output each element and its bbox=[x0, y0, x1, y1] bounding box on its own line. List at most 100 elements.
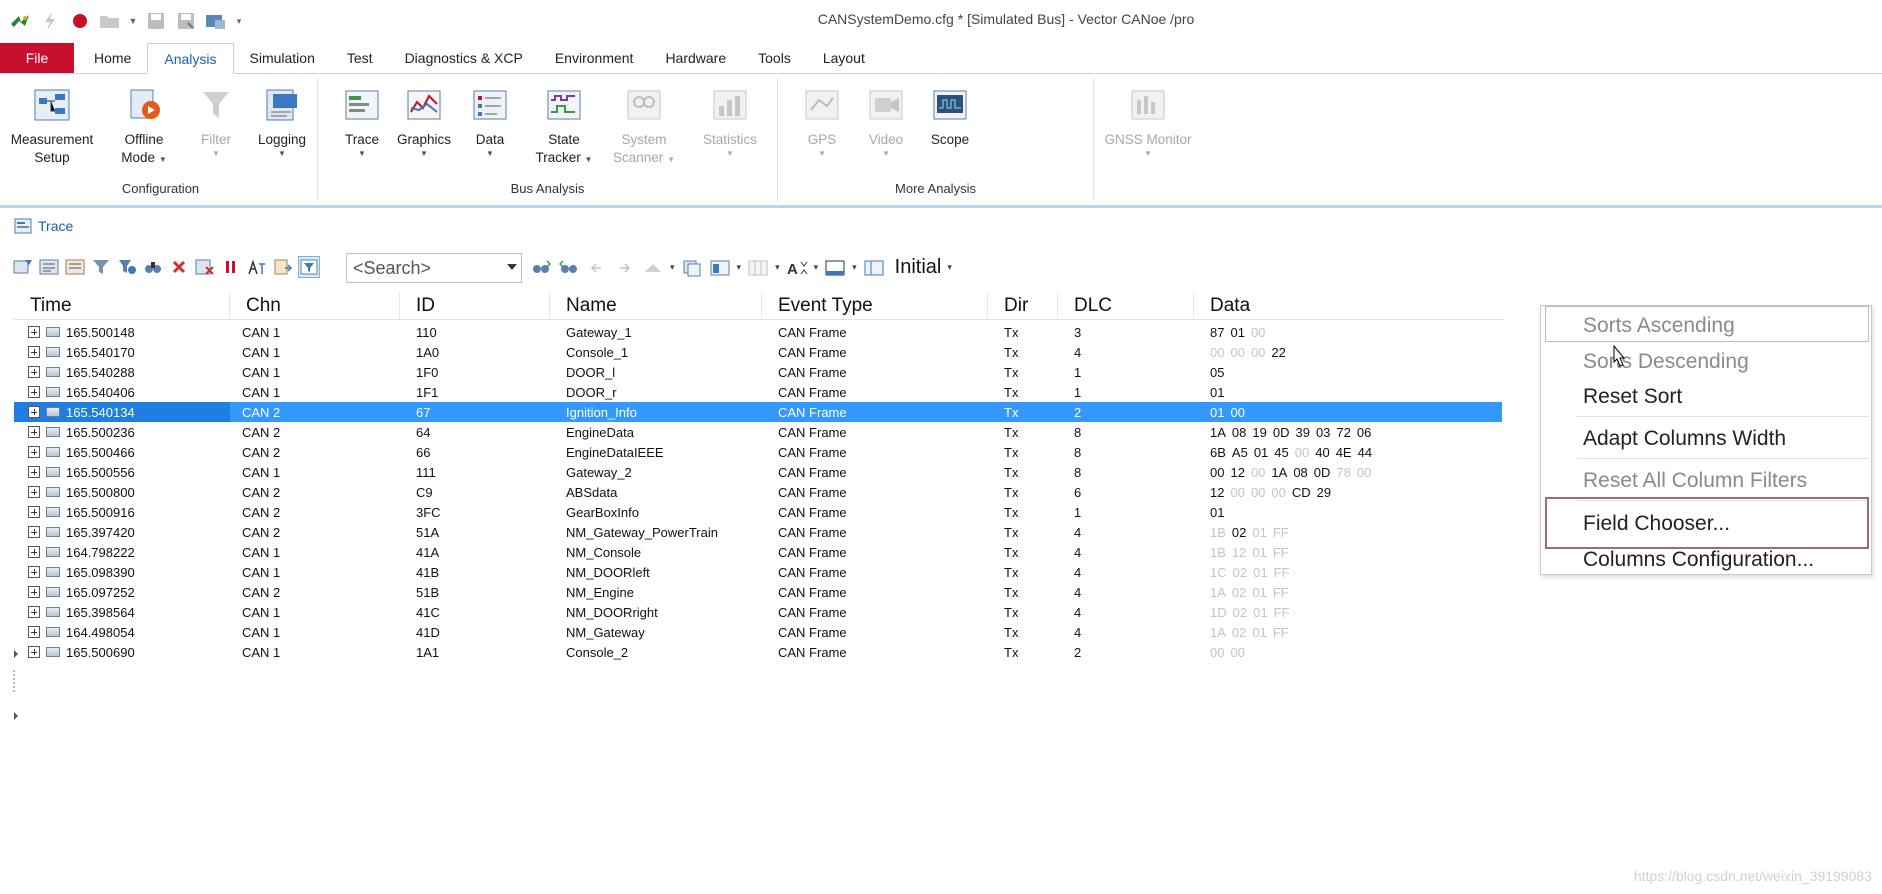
expand-plus-icon[interactable] bbox=[28, 446, 40, 458]
tab-file[interactable]: File bbox=[0, 43, 74, 73]
trace-button[interactable]: Trace ▼ bbox=[328, 88, 396, 159]
table-row[interactable]: 165.098390 CAN 1 41B NM_DOORleft CAN Frame Tx… bbox=[14, 562, 1504, 582]
table-row[interactable]: 165.097252 CAN 2 51B NM_Engine CAN Frame Tx 4 1… bbox=[14, 582, 1504, 602]
gnss-monitor-button[interactable]: GNSS Monitor ▼ bbox=[998, 88, 1298, 159]
statistics-button[interactable]: Statistics ▼ bbox=[696, 88, 764, 159]
offline-mode-button[interactable]: Offline Mode ▼ bbox=[110, 88, 178, 167]
chevron-down-icon[interactable]: ▾ bbox=[947, 262, 952, 273]
tab-environment[interactable]: Environment bbox=[539, 43, 650, 73]
graphics-button[interactable]: Graphics ▼ bbox=[390, 88, 458, 159]
column-header-name[interactable]: Name bbox=[550, 292, 762, 320]
data-button[interactable]: Data ▼ bbox=[456, 88, 524, 159]
table-row[interactable]: 165.398564 CAN 1 41C NM_DOORright CAN Frame T… bbox=[14, 602, 1504, 622]
column-header-dir[interactable]: Dir bbox=[988, 292, 1058, 320]
filter-add-icon[interactable] bbox=[12, 256, 34, 278]
table-row[interactable]: 165.500148 CAN 1 110 Gateway_1 CAN Frame Tx 3 8… bbox=[14, 322, 1504, 342]
detail-view-icon[interactable] bbox=[38, 256, 60, 278]
chevron-down-icon[interactable]: ▾ bbox=[737, 262, 742, 273]
table-row[interactable]: 165.540288 CAN 1 1F0 DOOR_l CAN Frame Tx 1 05 bbox=[14, 362, 1504, 382]
column-header-id[interactable]: ID bbox=[400, 292, 550, 320]
video-button[interactable]: Video ▼ bbox=[852, 88, 920, 159]
columns-icon[interactable] bbox=[747, 257, 769, 279]
tab-test[interactable]: Test bbox=[331, 43, 389, 73]
table-row[interactable]: 165.397420 CAN 2 51A NM_Gateway_PowerTrain C… bbox=[14, 522, 1504, 542]
expand-plus-icon[interactable] bbox=[28, 346, 40, 358]
table-row[interactable]: 165.500800 CAN 2 C9 ABSdata CAN Frame Tx 6 12 00… bbox=[14, 482, 1504, 502]
tab-hardware[interactable]: Hardware bbox=[649, 43, 742, 73]
chevron-down-icon[interactable]: ▾ bbox=[852, 262, 857, 273]
search-input[interactable]: <Search> bbox=[346, 253, 522, 283]
export-icon[interactable] bbox=[272, 256, 294, 278]
chevron-down-icon[interactable]: ▾ bbox=[814, 262, 819, 273]
layout-name[interactable]: Initial bbox=[895, 256, 942, 279]
chronological-view-icon[interactable] bbox=[64, 256, 86, 278]
layout-icon[interactable] bbox=[863, 257, 885, 279]
logging-button[interactable]: Logging ▼ bbox=[248, 88, 316, 159]
table-row[interactable]: 164.798222 CAN 1 41A NM_Console CAN Frame Tx 4… bbox=[14, 542, 1504, 562]
expand-plus-icon[interactable] bbox=[28, 386, 40, 398]
toggle-filter-icon[interactable] bbox=[298, 256, 320, 278]
expand-plus-icon[interactable] bbox=[28, 486, 40, 498]
arrow-right-icon[interactable] bbox=[614, 257, 636, 279]
expand-plus-icon[interactable] bbox=[28, 326, 40, 338]
measurement-setup-button[interactable]: Measurement Setup bbox=[10, 88, 94, 167]
window-layout-icon[interactable] bbox=[709, 257, 731, 279]
clear-icon[interactable] bbox=[168, 256, 190, 278]
tab-analysis[interactable]: Analysis bbox=[147, 43, 234, 74]
copy-icon[interactable] bbox=[681, 257, 703, 279]
column-header-chn[interactable]: Chn bbox=[230, 292, 400, 320]
menu-item-field-chooser[interactable]: Field Chooser... bbox=[1583, 512, 1730, 536]
font-size-icon[interactable]: A bbox=[786, 257, 808, 279]
tab-diagnostics-xcp[interactable]: Diagnostics & XCP bbox=[389, 43, 539, 73]
filter-group-icon[interactable] bbox=[116, 256, 138, 278]
tab-tools[interactable]: Tools bbox=[742, 43, 807, 73]
filter-button[interactable]: Filter ▼ bbox=[182, 88, 250, 159]
expand-plus-icon[interactable] bbox=[28, 366, 40, 378]
expand-plus-icon[interactable] bbox=[28, 586, 40, 598]
table-row[interactable]: 165.500916 CAN 2 3FC GearBoxInfo CAN Frame Tx… bbox=[14, 502, 1504, 522]
chevron-down-icon[interactable]: ▾ bbox=[775, 262, 780, 273]
menu-item-columns-configuration[interactable]: Columns Configuration... bbox=[1583, 548, 1814, 572]
marker-icon[interactable] bbox=[642, 257, 664, 279]
column-header-event-type[interactable]: Event Type bbox=[762, 292, 988, 320]
expand-plus-icon[interactable] bbox=[28, 626, 40, 638]
expand-plus-icon[interactable] bbox=[28, 406, 40, 418]
chevron-down-icon[interactable]: ▾ bbox=[670, 262, 675, 273]
menu-item-adapt-columns-width[interactable]: Adapt Columns Width bbox=[1583, 427, 1786, 451]
find-previous-icon[interactable] bbox=[558, 257, 580, 279]
tab-home[interactable]: Home bbox=[78, 43, 147, 73]
expand-plus-icon[interactable] bbox=[28, 646, 40, 658]
expand-plus-icon[interactable] bbox=[28, 566, 40, 578]
table-row[interactable]: 165.500690 CAN 1 1A1 Console_2 CAN Frame Tx 2 0… bbox=[14, 642, 1504, 662]
system-scanner-button[interactable]: System Scanner ▼ bbox=[610, 88, 678, 167]
state-tracker-button[interactable]: State Tracker ▼ bbox=[530, 88, 598, 167]
delete-filter-icon[interactable] bbox=[194, 256, 216, 278]
expand-plus-icon[interactable] bbox=[28, 466, 40, 478]
table-row[interactable]: 165.500556 CAN 1 111 Gateway_2 CAN Frame Tx 8 0… bbox=[14, 462, 1504, 482]
table-row[interactable]: 165.540406 CAN 1 1F1 DOOR_r CAN Frame Tx 1 01 bbox=[14, 382, 1504, 402]
expand-plus-icon[interactable] bbox=[28, 546, 40, 558]
tab-simulation[interactable]: Simulation bbox=[234, 43, 331, 73]
menu-item-reset-column-filters[interactable]: Reset All Column Filters bbox=[1583, 469, 1807, 493]
expand-plus-icon[interactable] bbox=[28, 526, 40, 538]
filter-icon[interactable] bbox=[90, 256, 112, 278]
gps-button[interactable]: GPS ▼ bbox=[788, 88, 856, 159]
table-row[interactable]: 165.500466 CAN 2 66 EngineDataIEEE CAN Frame… bbox=[14, 442, 1504, 462]
scope-button[interactable]: Scope bbox=[916, 88, 984, 149]
table-row[interactable]: 165.540170 CAN 1 1A0 Console_1 CAN Frame Tx 4 0… bbox=[14, 342, 1504, 362]
menu-item-sort-ascending[interactable]: Sorts Ascending bbox=[1583, 314, 1735, 338]
view-icon[interactable] bbox=[824, 257, 846, 279]
binoculars-icon[interactable] bbox=[142, 256, 164, 278]
column-header-data[interactable]: Data bbox=[1194, 292, 1494, 320]
column-header-dlc[interactable]: DLC bbox=[1058, 292, 1194, 320]
expand-plus-icon[interactable] bbox=[28, 426, 40, 438]
table-row[interactable]: 165.500236 CAN 2 64 EngineData CAN Frame Tx 8 1… bbox=[14, 422, 1504, 442]
column-header-time[interactable]: Time bbox=[14, 292, 230, 320]
expand-plus-icon[interactable] bbox=[28, 506, 40, 518]
arrow-left-icon[interactable] bbox=[586, 257, 608, 279]
expand-plus-icon[interactable] bbox=[28, 606, 40, 618]
menu-item-reset-sort[interactable]: Reset Sort bbox=[1583, 385, 1682, 409]
tab-layout[interactable]: Layout bbox=[807, 43, 881, 73]
trace-window-tab[interactable]: Trace bbox=[14, 218, 73, 234]
find-next-icon[interactable] bbox=[530, 257, 552, 279]
